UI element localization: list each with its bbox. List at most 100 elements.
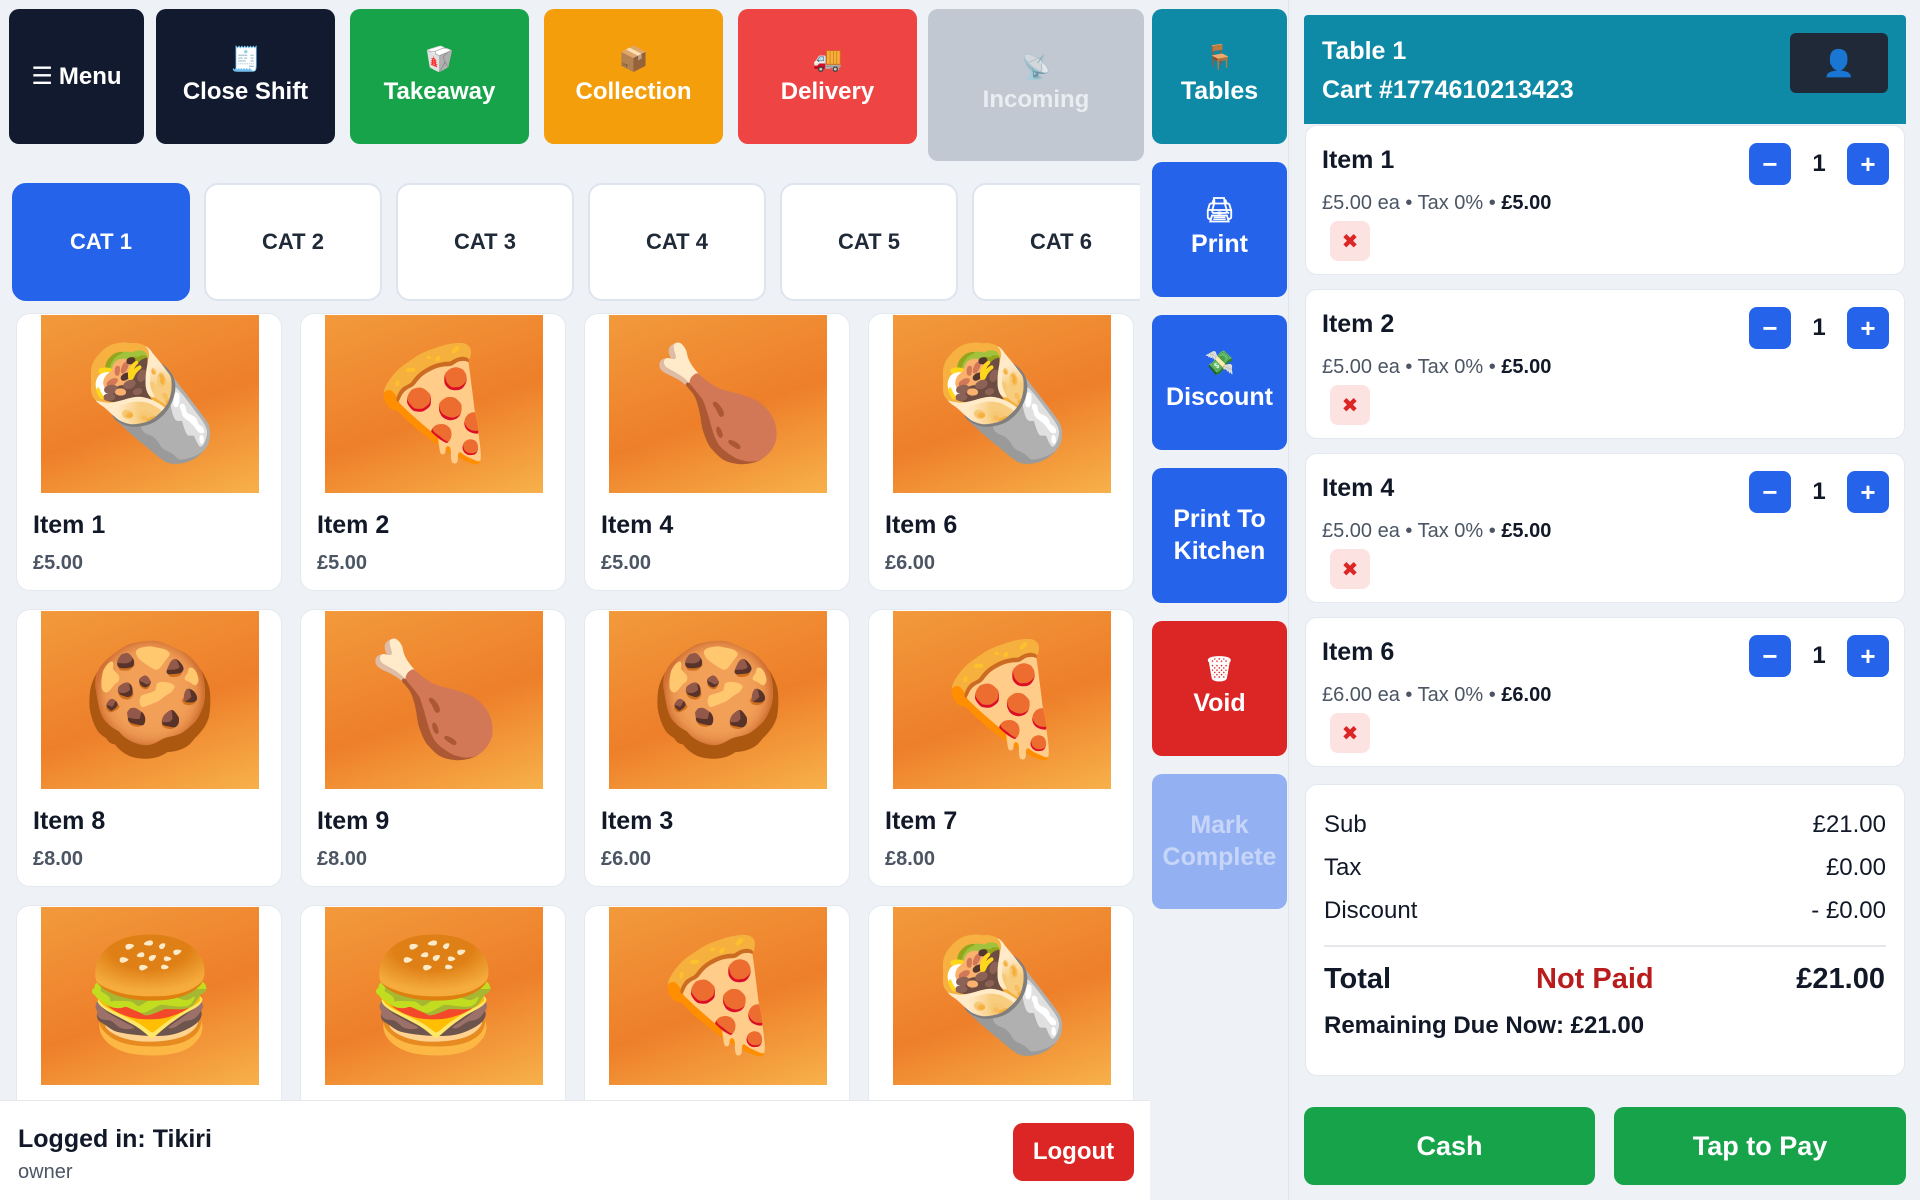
close-shift-button[interactable]: 🧾 Close Shift (156, 9, 335, 144)
close-icon: ✖ (1341, 558, 1359, 581)
product-card[interactable]: 🍪 Item 3 £6.00 (584, 609, 850, 887)
decrease-qty-button[interactable]: − (1749, 143, 1791, 185)
tab-cat-3[interactable]: CAT 3 (396, 183, 574, 301)
remove-item-button[interactable]: ✖ (1330, 385, 1370, 425)
increase-qty-button[interactable]: + (1847, 635, 1889, 677)
burger-image: 🍔 (41, 907, 259, 1085)
tap-to-pay-button[interactable]: Tap to Pay (1614, 1107, 1906, 1185)
trash-icon: 🗑 (1204, 655, 1235, 683)
drumstick-image: 🍗 (325, 611, 543, 789)
minus-icon: − (1762, 640, 1778, 671)
cart-line: Item 4 £5.00 ea • Tax 0% • £5.00 ✖ − 1 + (1305, 453, 1905, 603)
tab-cat-6[interactable]: CAT 6 (972, 183, 1140, 301)
line-name: Item 6 (1322, 638, 1395, 666)
tab-cat-4[interactable]: CAT 4 (588, 183, 766, 301)
tax-value: £0.00 (1825, 854, 1886, 881)
product-card[interactable]: 🍪 Item 8 £8.00 (16, 609, 282, 887)
table-name: Table 1 (1322, 37, 1407, 65)
subtotal-row: Sub £21.00 (1324, 811, 1886, 839)
minus-icon: − (1762, 312, 1778, 343)
burrito-image: 🌯 (41, 315, 259, 493)
tab-cat-1[interactable]: CAT 1 (12, 183, 190, 301)
incoming-label: Incoming (982, 86, 1090, 113)
discount-label: Discount (1166, 382, 1273, 411)
user-button[interactable]: 👤 (1790, 33, 1888, 93)
void-label: Void (1193, 688, 1246, 717)
product-card[interactable]: 🌯 Item 6 £6.00 (868, 313, 1134, 591)
product-card[interactable]: 🌯 (868, 905, 1134, 1100)
close-icon: ✖ (1341, 722, 1359, 745)
product-card[interactable]: 🍔 (16, 905, 282, 1100)
tables-button[interactable]: 🪑 Tables (1152, 9, 1287, 144)
product-name: Item 7 (885, 807, 958, 835)
divider (1324, 945, 1886, 947)
minus-icon: − (1762, 476, 1778, 507)
line-meta: £5.00 ea • Tax 0% • £5.00 (1322, 356, 1552, 378)
product-name: Item 2 (317, 511, 390, 539)
nuggets-image: 🍪 (41, 611, 259, 789)
logged-in-user: Logged in: Tikiri (18, 1125, 212, 1153)
incoming-button[interactable]: 📡 Incoming (928, 9, 1144, 161)
delivery-button[interactable]: 🚚 Delivery (738, 9, 917, 144)
tab-cat-5[interactable]: CAT 5 (780, 183, 958, 301)
line-name: Item 4 (1322, 474, 1395, 502)
line-qty: 1 (1812, 314, 1826, 341)
pizza-image: 🍕 (609, 907, 827, 1085)
remaining-due: Remaining Due Now: £21.00 (1324, 1012, 1645, 1039)
increase-qty-button[interactable]: + (1847, 307, 1889, 349)
product-price: £5.00 (317, 552, 368, 574)
product-name: Item 6 (885, 511, 958, 539)
burrito-image: 🌯 (893, 315, 1111, 493)
user-icon: 👤 (1822, 47, 1856, 78)
increase-qty-button[interactable]: + (1847, 471, 1889, 513)
package-icon: 📦 (618, 45, 649, 73)
decrease-qty-button[interactable]: − (1749, 635, 1791, 677)
decrease-qty-button[interactable]: − (1749, 307, 1791, 349)
product-card[interactable]: 🌯 Item 1 £5.00 (16, 313, 282, 591)
line-name: Item 2 (1322, 310, 1395, 338)
print-button[interactable]: 🖨 Print (1152, 162, 1287, 297)
delivery-label: Delivery (780, 77, 875, 105)
mark-complete-button[interactable]: Mark Complete (1152, 774, 1287, 909)
remove-item-button[interactable]: ✖ (1330, 221, 1370, 261)
discount-button[interactable]: 💸 Discount (1152, 315, 1287, 450)
plus-icon: + (1860, 640, 1876, 671)
line-meta: £5.00 ea • Tax 0% • £5.00 (1322, 192, 1552, 214)
takeaway-button[interactable]: 🥡 Takeaway (350, 9, 529, 144)
nuggets-image: 🍪 (609, 611, 827, 789)
remove-item-button[interactable]: ✖ (1330, 713, 1370, 753)
product-price: £6.00 (885, 552, 936, 574)
discount-value: - £0.00 (1811, 897, 1886, 924)
tab-cat-2[interactable]: CAT 2 (204, 183, 382, 301)
money-icon: 💸 (1204, 349, 1235, 377)
product-name: Item 3 (601, 807, 674, 835)
product-card[interactable]: 🍕 Item 2 £5.00 (300, 313, 566, 591)
increase-qty-button[interactable]: + (1847, 143, 1889, 185)
category-tabs: CAT 1 CAT 2 CAT 3 CAT 4 CAT 5 CAT 6 (12, 183, 1140, 303)
product-card[interactable]: 🍔 (300, 905, 566, 1100)
total-value: £21.00 (1796, 963, 1885, 995)
pizza-image: 🍕 (893, 611, 1111, 789)
close-shift-label: Close Shift (182, 77, 309, 105)
remove-item-button[interactable]: ✖ (1330, 549, 1370, 589)
logout-button[interactable]: Logout (1013, 1123, 1134, 1181)
product-price: £5.00 (601, 552, 652, 574)
cash-button[interactable]: Cash (1304, 1107, 1595, 1185)
line-qty: 1 (1812, 478, 1826, 505)
printer-icon: 🖨 (1204, 196, 1235, 224)
product-card[interactable]: 🍕 (584, 905, 850, 1100)
takeout-box-icon: 🥡 (424, 45, 455, 73)
collection-button[interactable]: 📦 Collection (544, 9, 723, 144)
product-card[interactable]: 🍗 Item 9 £8.00 (300, 609, 566, 887)
cart-line: Item 2 £5.00 ea • Tax 0% • £5.00 ✖ − 1 + (1305, 289, 1905, 439)
subtotal-label: Sub (1324, 811, 1367, 838)
product-card[interactable]: 🍗 Item 4 £5.00 (584, 313, 850, 591)
line-name: Item 1 (1322, 146, 1395, 174)
product-card[interactable]: 🍕 Item 7 £8.00 (868, 609, 1134, 887)
decrease-qty-button[interactable]: − (1749, 471, 1791, 513)
print-to-kitchen-button[interactable]: Print To Kitchen (1152, 468, 1287, 603)
menu-button[interactable]: ☰ Menu (9, 9, 144, 144)
void-button[interactable]: 🗑 Void (1152, 621, 1287, 756)
product-price: £8.00 (33, 848, 84, 870)
user-role: owner (18, 1161, 73, 1183)
